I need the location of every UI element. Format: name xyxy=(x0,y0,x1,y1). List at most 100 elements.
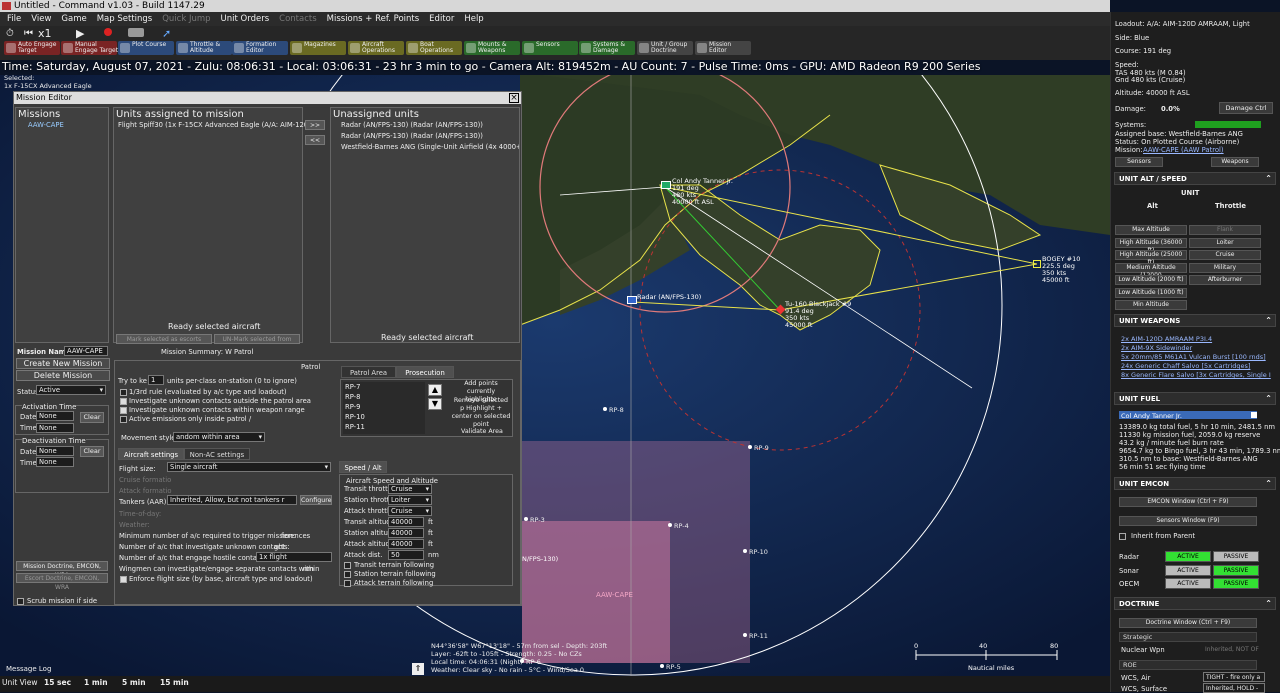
altitude-button[interactable]: Low Altitude (2000 ft) xyxy=(1115,275,1187,285)
speed-alt-input[interactable]: Cruise ▾ xyxy=(388,506,432,516)
rp-list[interactable]: RP-7 RP-8 RP-9 RP-10 RP-11 xyxy=(343,382,425,434)
record-icon[interactable] xyxy=(104,28,112,36)
enforce-checkbox[interactable] xyxy=(120,576,127,583)
throttle-button[interactable]: Flank xyxy=(1189,225,1261,235)
weapon-link[interactable]: 2x AIM-120D AMRAAM P3I.4 xyxy=(1121,335,1212,343)
toolbar-button[interactable]: Systems & Damage xyxy=(579,41,635,55)
unit-label[interactable]: Tu-160 Blackjack #9 91.4 deg 350 kts 45000 … xyxy=(785,301,851,329)
scrub-checkbox[interactable] xyxy=(17,598,24,605)
toolbar-button[interactable]: Formation Editor xyxy=(232,41,288,55)
patrol-option-checkbox[interactable] xyxy=(120,416,127,423)
ref-point-marker[interactable] xyxy=(748,445,752,449)
collapse-icon[interactable]: ⌃ xyxy=(1265,393,1272,405)
move-left-button[interactable]: << xyxy=(305,135,325,145)
ref-point-marker[interactable] xyxy=(668,523,672,527)
step-1min[interactable]: 1 min xyxy=(84,678,108,687)
ref-point-marker[interactable] xyxy=(524,517,528,521)
unassigned-unit-item[interactable]: Westfield-Barnes ANG (Single-Unit Airfie… xyxy=(341,143,519,151)
unit-label[interactable]: BOGEY #10 225.5 deg 350 kts 45000 ft xyxy=(1042,256,1080,284)
deactivation-time-input[interactable]: None xyxy=(36,457,74,467)
configure-button[interactable]: Configure xyxy=(300,495,332,505)
validate-area-button[interactable]: Validate Area xyxy=(461,428,503,435)
speed-alt-input[interactable]: 50 xyxy=(388,550,424,560)
assigned-unit-item[interactable]: Flight Spiff30 (1x F-15CX Advanced Eagle… xyxy=(118,121,322,129)
rp-list-item[interactable]: RP-7 xyxy=(345,383,360,391)
deactivation-clear-button[interactable]: Clear xyxy=(80,446,104,457)
activation-date-input[interactable]: None xyxy=(36,411,74,421)
terrain-checkbox[interactable] xyxy=(344,580,351,587)
terrain-checkbox[interactable] xyxy=(344,571,351,578)
fuel-unit-bar[interactable]: Col Andy Tanner Jr. xyxy=(1119,411,1257,420)
wcs-air-select[interactable]: TIGHT - fire only a xyxy=(1203,672,1265,682)
movement-style-select[interactable]: andom within area ▾ xyxy=(173,432,265,442)
menu-item[interactable]: Missions + Ref. Points xyxy=(322,12,425,26)
min-trigger-value[interactable]: ferences xyxy=(281,532,310,540)
menu-item[interactable]: File xyxy=(2,12,26,26)
play-icon[interactable]: ▶ xyxy=(76,27,84,40)
speed-alt-input[interactable]: Loiter ▾ xyxy=(388,495,432,505)
radar-site-icon[interactable] xyxy=(627,296,637,304)
weapons-button[interactable]: Weapons xyxy=(1211,157,1259,167)
doctrine-header[interactable]: DOCTRINE ⌃ xyxy=(1114,597,1276,610)
weapon-link[interactable]: 2x AIM-9X Sidewinder xyxy=(1121,344,1192,352)
escort-doctrine-button[interactable]: Escort Doctrine, EMCON, WRA xyxy=(16,573,108,591)
close-icon[interactable]: × xyxy=(509,93,519,103)
menu-item[interactable]: Map Settings xyxy=(92,12,158,26)
delete-mission-button[interactable]: Delete Mission xyxy=(16,370,110,381)
emcon-passive-button[interactable]: PASSIVE xyxy=(1213,564,1259,576)
toolbar-button[interactable]: Throttle & Altitude xyxy=(176,41,232,55)
mission-item[interactable]: AAW-CAPE xyxy=(28,121,64,129)
patrol-option-checkbox[interactable] xyxy=(120,398,127,405)
activation-clear-button[interactable]: Clear xyxy=(80,412,104,423)
ref-point-marker[interactable] xyxy=(743,633,747,637)
toolbar-button[interactable]: Plot Course xyxy=(118,41,174,55)
unassigned-unit-item[interactable]: Radar (AN/FPS-130) (Radar (AN/FPS-130)) xyxy=(341,132,483,140)
nuclear-value[interactable]: Inherited, NOT OF xyxy=(1205,646,1259,653)
toolbar-button[interactable]: Unit / Group Doctrine xyxy=(637,41,693,55)
toolbar-button[interactable]: Magazines xyxy=(290,41,346,55)
flight-size-select[interactable]: Single aircraft ▾ xyxy=(167,462,331,472)
weapons-header[interactable]: UNIT WEAPONS ⌃ xyxy=(1114,314,1276,327)
mark-escorts-button[interactable]: Mark selected as escorts xyxy=(116,334,212,344)
altitude-button[interactable]: Max Altitude xyxy=(1115,225,1187,235)
step-15sec[interactable]: 15 sec xyxy=(44,678,71,687)
damage-ctrl-button[interactable]: Damage Ctrl xyxy=(1219,102,1273,114)
menu-item[interactable]: Quick Jump xyxy=(157,12,215,26)
message-log-label[interactable]: Message Log xyxy=(6,665,51,673)
inherit-checkbox[interactable] xyxy=(1119,533,1126,540)
throttle-button[interactable]: Cruise xyxy=(1189,250,1261,260)
emcon-passive-button[interactable]: PASSIVE xyxy=(1213,551,1259,562)
emcon-active-button[interactable]: ACTIVE xyxy=(1165,551,1211,562)
altitude-button[interactable]: Medium Altitude (12000 xyxy=(1115,262,1187,279)
activation-time-input[interactable]: None xyxy=(36,423,74,433)
rp-list-item[interactable]: RP-8 xyxy=(345,393,360,401)
unit-label[interactable]: Radar (AN/FPS-130) xyxy=(637,294,701,301)
clock-icon[interactable]: ⏱ xyxy=(6,28,14,39)
toolbar-button[interactable]: Aircraft Operations xyxy=(348,41,404,55)
friendly-aircraft-icon[interactable] xyxy=(661,181,671,189)
create-mission-button[interactable]: Create New Mission xyxy=(16,358,110,369)
emcon-active-button[interactable]: ACTIVE xyxy=(1165,564,1211,576)
altitude-button[interactable]: Min Altitude xyxy=(1115,300,1187,310)
unassigned-unit-item[interactable]: Radar (AN/FPS-130) (Radar (AN/FPS-130)) xyxy=(341,121,483,129)
menu-item[interactable]: Unit Orders xyxy=(216,12,275,26)
unit-label[interactable]: Col Andy Tanner Jr. 191 deg 480 kts 40000 f… xyxy=(672,178,733,206)
map-nav-icon[interactable]: ⇑ xyxy=(412,663,424,675)
remove-points-button[interactable]: Remove selected p Highlight + center on … xyxy=(451,397,511,429)
move-right-button[interactable]: >> xyxy=(305,120,325,130)
tankers-select[interactable]: Inherited, Allow, but not tankers r xyxy=(167,495,297,505)
menu-item[interactable]: Contacts xyxy=(274,12,322,26)
fuel-header[interactable]: UNIT FUEL ⌃ xyxy=(1114,392,1276,405)
step-5min[interactable]: 5 min xyxy=(122,678,146,687)
ref-point-marker[interactable] xyxy=(603,407,607,411)
tab-aircraft-settings[interactable]: Aircraft settings xyxy=(118,448,184,460)
mission-name-input[interactable]: AAW-CAPE xyxy=(64,346,108,356)
cursor-icon[interactable]: ➚ xyxy=(162,27,171,40)
speed-alt-input[interactable]: 40000 xyxy=(388,539,424,549)
collapse-icon[interactable]: ⌃ xyxy=(1265,598,1272,610)
move-down-icon[interactable]: ▼ xyxy=(428,398,442,410)
terrain-checkbox[interactable] xyxy=(344,562,351,569)
tab-prosecution-area[interactable]: Prosecution Area xyxy=(396,366,454,389)
collapse-icon[interactable]: ⌃ xyxy=(1265,173,1272,185)
tab-patrol-area[interactable]: Patrol Area xyxy=(341,366,396,378)
